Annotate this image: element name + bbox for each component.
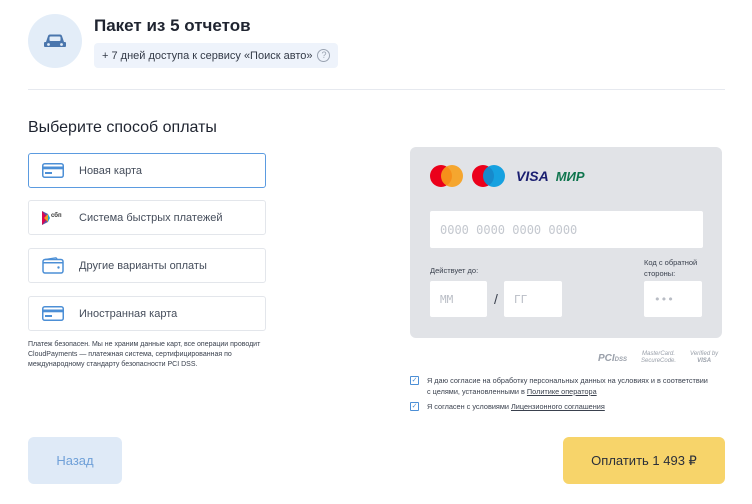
consent-personal-data: ✓ Я даю согласие на обработку персональн…: [410, 375, 710, 397]
valid-until-label: Действует до:: [430, 266, 479, 275]
cvc-label: Код с обратной стороны:: [644, 258, 698, 278]
method-label: Новая карта: [79, 164, 142, 177]
mastercard-securecode-logo: MasterCard. SecureCode.: [641, 351, 677, 364]
consent-license: ✓ Я согласен с условиями Лицензионного с…: [410, 401, 710, 412]
product-avatar: [28, 14, 82, 68]
method-label: Другие варианты оплаты: [79, 259, 207, 272]
card-number-input[interactable]: [430, 211, 703, 248]
sbp-icon: сбп: [40, 208, 66, 228]
pay-button[interactable]: Оплатить 1 493 ₽: [563, 437, 725, 484]
method-foreign-card[interactable]: Иностранная карта: [28, 296, 266, 331]
consent-checkbox[interactable]: ✓: [410, 376, 419, 385]
method-other[interactable]: Другие варианты оплаты: [28, 248, 266, 283]
month-input[interactable]: [430, 281, 487, 317]
section-title: Выберите способ оплаты: [28, 119, 217, 136]
header-divider: [28, 89, 725, 90]
card-brand-logos: VISA МИР: [430, 165, 585, 187]
license-checkbox[interactable]: ✓: [410, 402, 419, 411]
visa-logo: VISA: [516, 168, 549, 184]
security-logos: PCIDSS MasterCard. SecureCode. Verified b…: [598, 351, 732, 365]
year-input[interactable]: [504, 281, 562, 317]
card-icon: [40, 161, 66, 181]
method-label: Система быстрых платежей: [79, 211, 223, 224]
wallet-icon: [40, 256, 66, 276]
svg-text:сбп: сбп: [51, 212, 62, 219]
consent-text: Я согласен с условиями: [427, 402, 511, 411]
back-button[interactable]: Назад: [28, 437, 122, 484]
method-label: Иностранная карта: [79, 307, 178, 320]
license-agreement-link[interactable]: Лицензионного соглашения: [511, 402, 605, 411]
badge-text: + 7 дней доступа к сервису «Поиск авто»: [102, 49, 313, 62]
mir-logo: МИР: [555, 168, 585, 184]
maestro-icon: [472, 165, 505, 187]
car-icon: [44, 34, 66, 47]
cvc-input[interactable]: [644, 281, 702, 317]
method-sbp[interactable]: сбп Система быстрых платежей: [28, 200, 266, 235]
date-separator: /: [494, 291, 498, 307]
method-new-card[interactable]: Новая карта: [28, 153, 266, 188]
pci-dss-logo: PCIDSS: [598, 352, 628, 364]
safety-note: Платеж безопасен. Мы не храним данные ка…: [28, 341, 261, 368]
mastercard-icon: [430, 165, 463, 187]
card-icon: [40, 304, 66, 324]
help-icon[interactable]: ?: [317, 49, 331, 62]
operator-policy-link[interactable]: Политике оператора: [527, 387, 597, 396]
page-title: Пакет из 5 отчетов: [94, 16, 251, 35]
verified-by-visa-logo: Verified by VISA: [690, 351, 719, 364]
access-badge: + 7 дней доступа к сервису «Поиск авто» …: [94, 43, 339, 68]
card-form: VISA МИР Действует до: Код с обратной ст…: [410, 147, 722, 338]
